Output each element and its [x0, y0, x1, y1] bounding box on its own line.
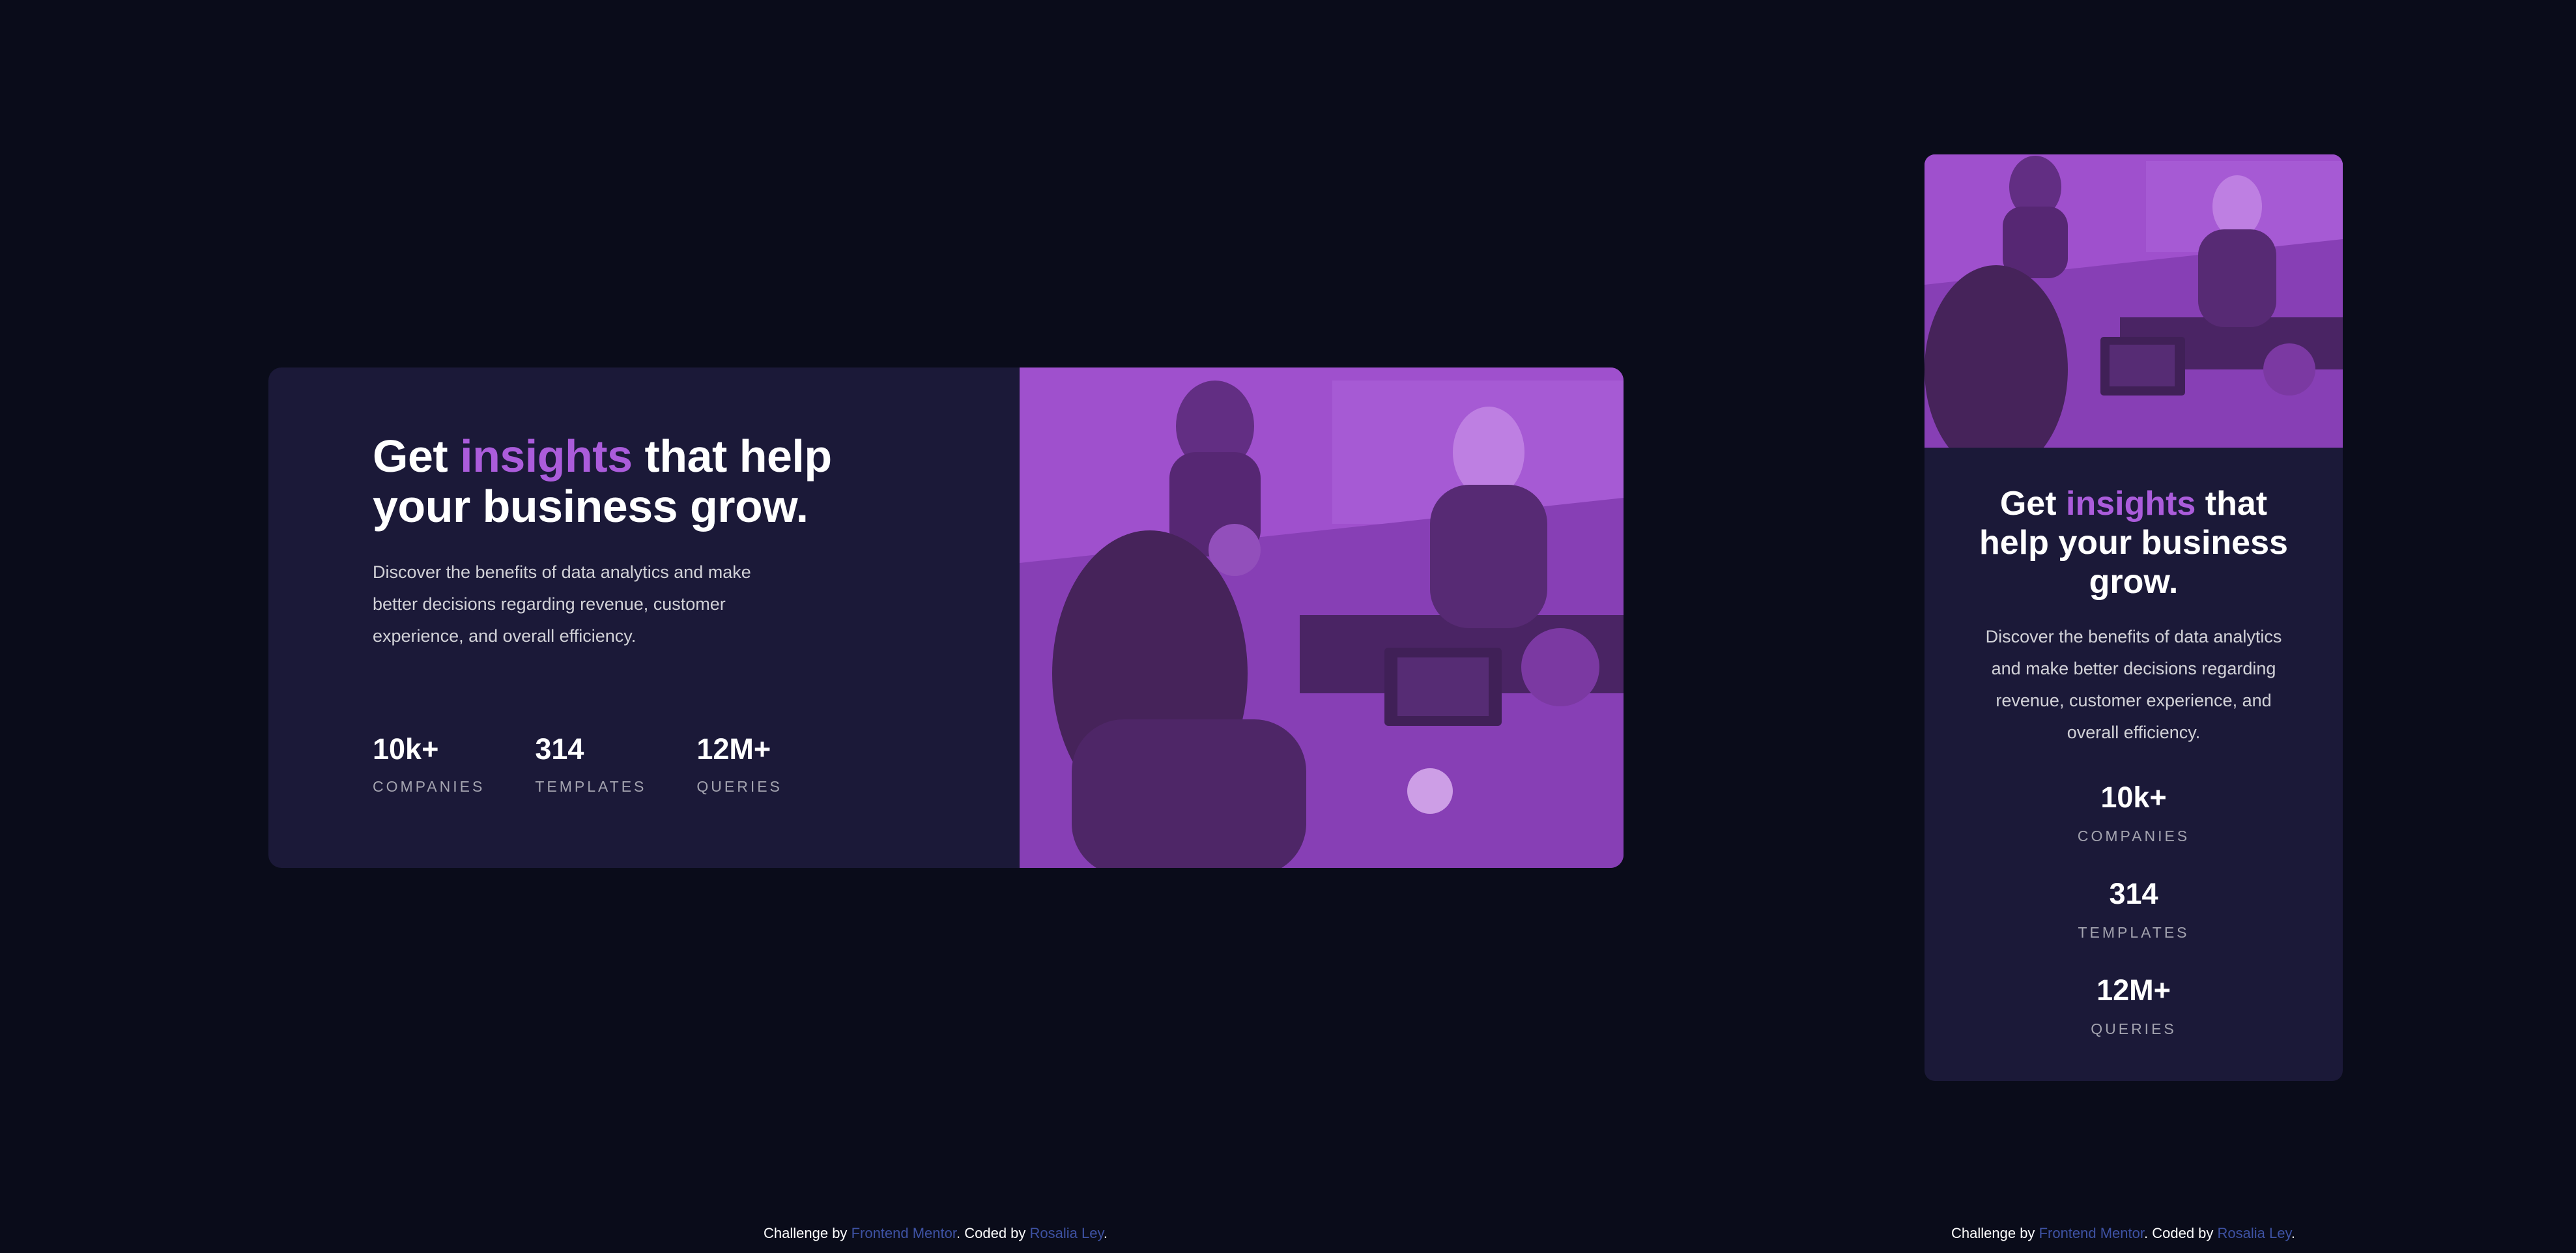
stat-value: 12M+: [2097, 973, 2171, 1007]
attribution-text: Challenge by: [1951, 1225, 2035, 1241]
title-part-before: Get: [373, 431, 448, 482]
stat-label: Companies: [373, 778, 485, 795]
stat-value: 10k+: [373, 732, 439, 766]
stats-column: 10k+ Companies 314 Templates 12M+ Querie…: [1951, 783, 2317, 1038]
card-title: Get insights that help your business gro…: [1977, 484, 2290, 601]
office-photo-image: [1020, 367, 1624, 868]
attribution-text: .: [2291, 1225, 2295, 1241]
attribution-mobile: Challenge by Frontend Mentor. Coded by R…: [1951, 1225, 2295, 1242]
stat-label: Templates: [2078, 924, 2190, 941]
title-part-before: Get: [1999, 485, 2057, 523]
attribution-text: .: [1103, 1225, 1108, 1241]
stat-label: Queries: [696, 778, 782, 795]
title-accent-word: insights: [2066, 485, 2196, 523]
stat-value: 12M+: [696, 732, 771, 766]
stat-queries: 12M+ Queries: [696, 734, 782, 796]
stat-templates: 314 Templates: [535, 734, 646, 796]
stat-label: Companies: [2077, 828, 2190, 844]
attribution-desktop: Challenge by Frontend Mentor. Coded by R…: [764, 1225, 1108, 1242]
card-description: Discover the benefits of data analytics …: [373, 562, 751, 646]
stats-preview-card-desktop: Get insights that help your business gro…: [268, 367, 1624, 868]
stats-preview-card-mobile: Get insights that help your business gro…: [1925, 154, 2343, 1081]
stat-label: Queries: [2091, 1020, 2177, 1037]
title-accent-word: insights: [460, 431, 633, 482]
frontend-mentor-link[interactable]: Frontend Mentor: [2039, 1225, 2144, 1241]
attribution-text: . Coded by: [956, 1225, 1026, 1241]
office-photo-icon: [1925, 154, 2343, 448]
card-title: Get insights that help your business gro…: [373, 431, 868, 532]
stats-row: 10k+ Companies 314 Templates 12M+ Querie…: [373, 734, 1020, 796]
stat-queries: 12M+ Queries: [1951, 975, 2317, 1038]
stat-companies: 10k+ Companies: [373, 734, 485, 796]
frontend-mentor-link[interactable]: Frontend Mentor: [852, 1225, 956, 1241]
card-content: Get insights that help your business gro…: [1925, 448, 2343, 1038]
stat-value: 10k+: [2100, 781, 2167, 814]
author-link[interactable]: Rosalia Ley: [2218, 1225, 2291, 1241]
attribution-text: . Coded by: [2144, 1225, 2214, 1241]
stat-value: 314: [2109, 877, 2158, 910]
stat-label: Templates: [535, 778, 647, 795]
author-link[interactable]: Rosalia Ley: [1030, 1225, 1104, 1241]
office-photo-icon: [1020, 367, 1624, 868]
attribution-text: Challenge by: [764, 1225, 848, 1241]
stat-value: 314: [535, 732, 584, 766]
stat-templates: 314 Templates: [1951, 879, 2317, 942]
stat-companies: 10k+ Companies: [1951, 783, 2317, 845]
office-photo-image: [1925, 154, 2343, 448]
card-description: Discover the benefits of data analytics …: [1985, 627, 2282, 742]
card-content: Get insights that help your business gro…: [268, 367, 1020, 868]
